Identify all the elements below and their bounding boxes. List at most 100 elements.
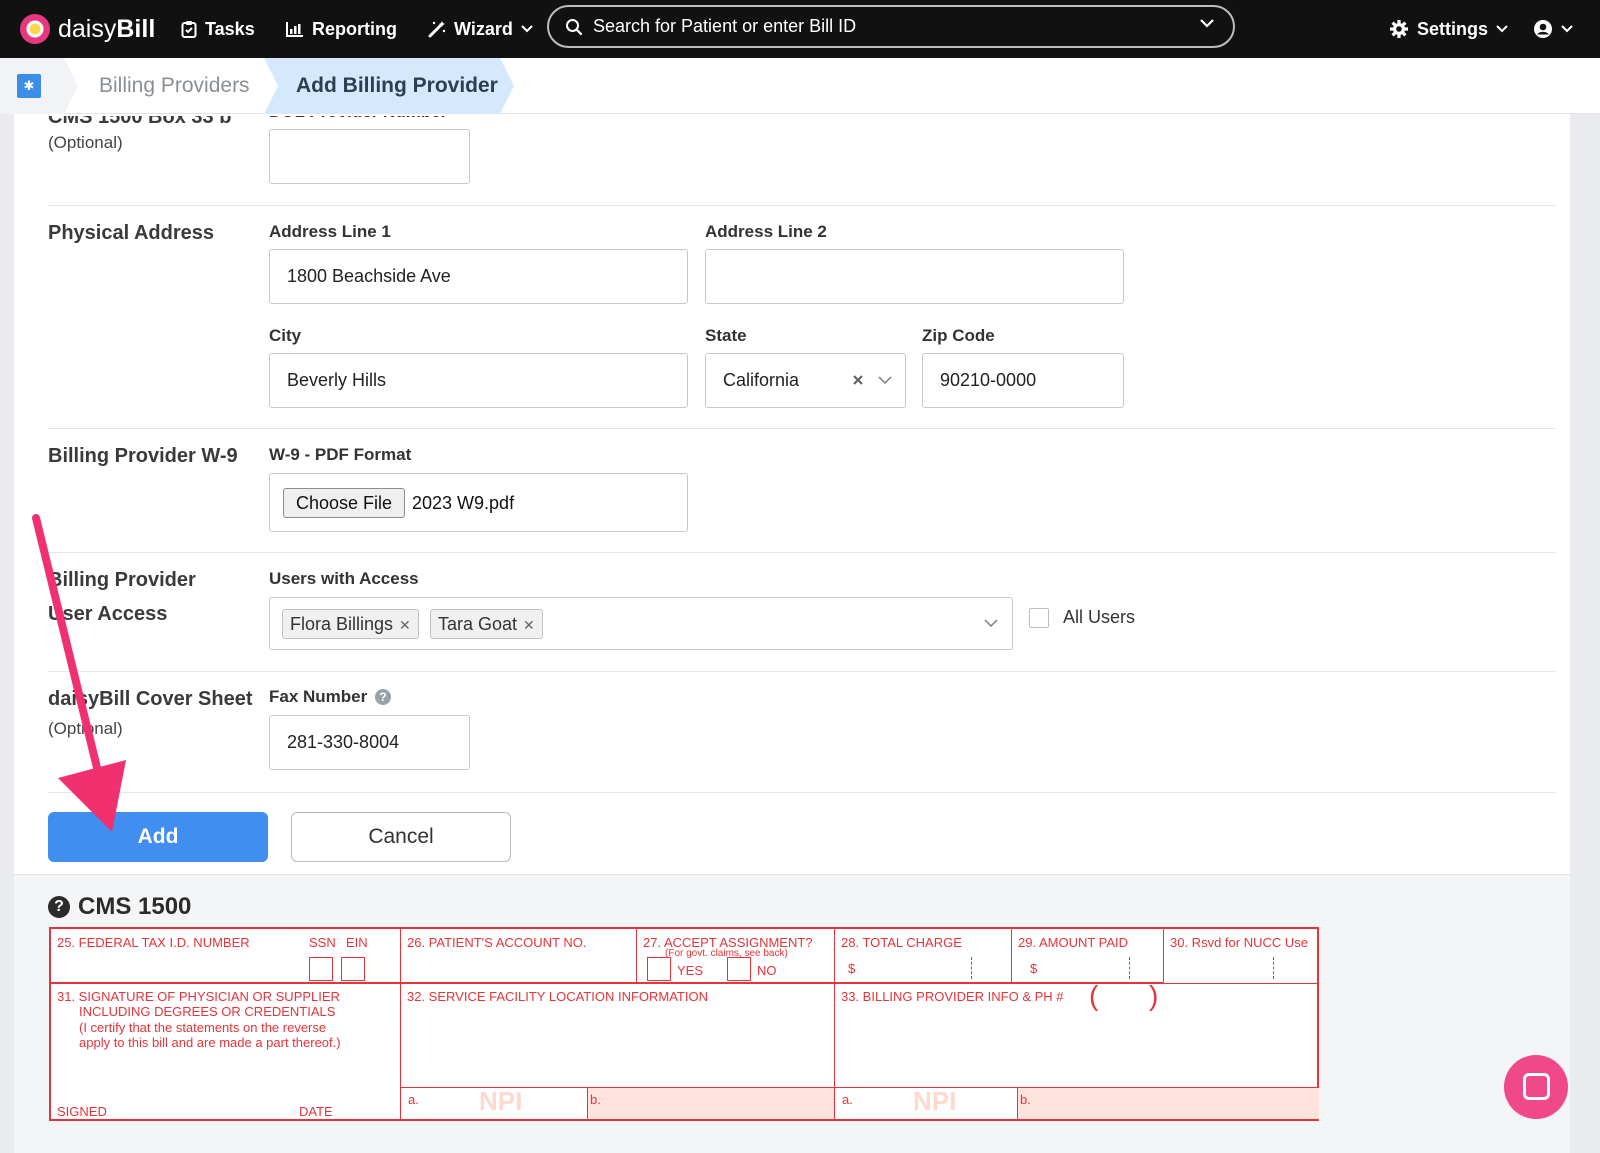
- chevron-down-icon[interactable]: [878, 376, 892, 385]
- all-users-label[interactable]: All Users: [1063, 607, 1135, 628]
- page-gutter-left: [0, 114, 14, 1153]
- cms1500-form-preview: 25. FEDERAL TAX I.D. NUMBER SSN EIN 26. …: [49, 927, 1319, 1121]
- chat-bubble-icon: [1523, 1073, 1550, 1100]
- box28-label: 28. TOTAL CHARGE: [841, 935, 962, 950]
- daisybill-logo[interactable]: daisy Bill: [20, 10, 155, 48]
- clear-x-icon[interactable]: [852, 374, 864, 386]
- city-input[interactable]: Beverly Hills: [269, 353, 688, 408]
- box33-a: a.: [842, 1092, 853, 1107]
- city-label: City: [269, 326, 302, 345]
- page-gutter-right: [1570, 114, 1600, 1153]
- nav-tasks[interactable]: Tasks: [181, 14, 255, 44]
- breadcrumb: ✱ Billing Providers Add Billing Provider: [0, 58, 1600, 114]
- breadcrumb-current-label: Add Billing Provider: [296, 74, 498, 97]
- section-label-physical-address: Physical Address: [48, 222, 215, 244]
- remove-tag-x-icon[interactable]: ✕: [523, 617, 535, 633]
- box33-b: b.: [1020, 1092, 1031, 1107]
- box25-label: 25. FEDERAL TAX I.D. NUMBER: [57, 935, 250, 950]
- bar-chart-icon: [286, 22, 303, 37]
- box31-line3: (I certify that the statements on the re…: [79, 1020, 327, 1035]
- nav-reporting[interactable]: Reporting: [286, 14, 397, 44]
- chevron-down-icon[interactable]: [1199, 18, 1215, 28]
- yes-checkbox: [647, 957, 671, 981]
- box33-label: 33. BILLING PROVIDER INFO & PH #: [841, 989, 1064, 1004]
- ein-checkbox: [341, 957, 365, 981]
- section-label-user-access-1: Billing Provider: [48, 569, 196, 591]
- logo-text-daisy: daisy: [58, 14, 117, 43]
- magic-wand-icon: [428, 21, 446, 38]
- section-label-user-access-2: User Access: [48, 603, 168, 625]
- all-users-checkbox[interactable]: [1029, 608, 1049, 628]
- box31-line2: INCLUDING DEGREES OR CREDENTIALS: [79, 1004, 336, 1019]
- patient-search-input[interactable]: Search for Patient or enter Bill ID: [547, 5, 1235, 48]
- ein-label: EIN: [346, 935, 368, 950]
- user-tag-label: Tara Goat: [438, 614, 518, 634]
- box31-line1: 31. SIGNATURE OF PHYSICIAN OR SUPPLIER: [57, 989, 340, 1004]
- nav-settings-label: Settings: [1417, 18, 1489, 39]
- add-button[interactable]: Add: [48, 812, 268, 862]
- cms1500-title-text: CMS 1500: [78, 893, 192, 920]
- box29-label: 29. AMOUNT PAID: [1018, 935, 1129, 950]
- nav-reporting-label: Reporting: [312, 18, 397, 39]
- date-label: DATE: [299, 1104, 333, 1119]
- no-checkbox: [727, 957, 751, 981]
- yes-label: YES: [677, 963, 704, 978]
- address-line-2-label: Address Line 2: [705, 222, 827, 241]
- ssn-label: SSN: [309, 935, 336, 950]
- state-select[interactable]: California: [705, 353, 906, 408]
- nav-wizard[interactable]: Wizard: [428, 14, 533, 44]
- top-nav: daisy Bill Tasks Reporting Wizard Search …: [0, 0, 1600, 58]
- zip-code-input[interactable]: 90210-0000: [922, 353, 1124, 408]
- section-sub-optional: (Optional): [48, 133, 123, 152]
- user-tag-flora-billings[interactable]: Flora Billings ✕: [282, 609, 419, 639]
- address-line-2-input[interactable]: [705, 249, 1124, 304]
- chevron-down-icon: [521, 25, 533, 33]
- breadcrumb-home[interactable]: ✱: [0, 58, 78, 114]
- state-label: State: [705, 326, 747, 345]
- cms1500-title: ? CMS 1500: [48, 893, 191, 921]
- user-account-menu[interactable]: [1533, 14, 1573, 44]
- logo-text-bill: Bill: [116, 14, 156, 43]
- address-line-1-label: Address Line 1: [269, 222, 391, 241]
- nav-tasks-label: Tasks: [205, 18, 255, 39]
- fax-number-input[interactable]: 281-330-8004: [269, 715, 470, 770]
- user-tag-tara-goat[interactable]: Tara Goat ✕: [430, 609, 543, 639]
- chevron-down-icon: [1496, 25, 1508, 33]
- cover-sheet-optional: (Optional): [48, 719, 123, 738]
- state-selected-value: California: [723, 370, 800, 390]
- nav-settings[interactable]: Settings: [1389, 14, 1508, 44]
- nav-wizard-label: Wizard: [454, 18, 513, 39]
- search-placeholder: Search for Patient or enter Bill ID: [593, 16, 857, 36]
- no-label: NO: [757, 963, 777, 978]
- user-circle-icon: [1534, 20, 1552, 38]
- box26-label: 26. PATIENT'S ACCOUNT NO.: [407, 935, 587, 950]
- user-tag-label: Flora Billings: [290, 614, 394, 634]
- box32-label: 32. SERVICE FACILITY LOCATION INFORMATIO…: [407, 989, 708, 1004]
- breadcrumb-billing-providers[interactable]: Billing Providers: [99, 58, 250, 114]
- chat-launcher-button[interactable]: [1504, 1055, 1568, 1119]
- fax-number-label: Fax Number ?: [269, 687, 391, 707]
- ssn-checkbox: [309, 957, 333, 981]
- section-label-cover-sheet: daisyBill Cover Sheet: [48, 688, 253, 710]
- breadcrumb-add-billing-provider: Add Billing Provider: [264, 58, 514, 114]
- box33-npi-watermark: NPI: [913, 1086, 957, 1116]
- daisy-logo-icon: [20, 14, 50, 44]
- zip-code-label: Zip Code: [922, 326, 995, 345]
- address-line-1-input[interactable]: 1800 Beachside Ave: [269, 249, 688, 304]
- remove-tag-x-icon[interactable]: ✕: [399, 617, 411, 633]
- box28-dollar: $: [848, 961, 856, 976]
- cancel-button[interactable]: Cancel: [291, 812, 511, 862]
- help-question-icon[interactable]: ?: [374, 689, 391, 705]
- box32-a: a.: [408, 1092, 419, 1107]
- choose-file-button[interactable]: Choose File: [283, 488, 405, 518]
- help-question-icon[interactable]: ?: [48, 896, 70, 918]
- dol-provider-number-input[interactable]: [269, 129, 470, 184]
- fax-number-label-text: Fax Number: [269, 687, 368, 706]
- box29-dollar: $: [1030, 961, 1038, 976]
- box32-b: b.: [590, 1092, 601, 1107]
- phone-paren-open: (: [1089, 980, 1099, 1011]
- clipboard-check-icon: [181, 21, 197, 38]
- w9-pdf-label: W-9 - PDF Format: [269, 445, 412, 464]
- search-icon: [566, 18, 583, 35]
- chevron-down-icon[interactable]: [984, 619, 998, 628]
